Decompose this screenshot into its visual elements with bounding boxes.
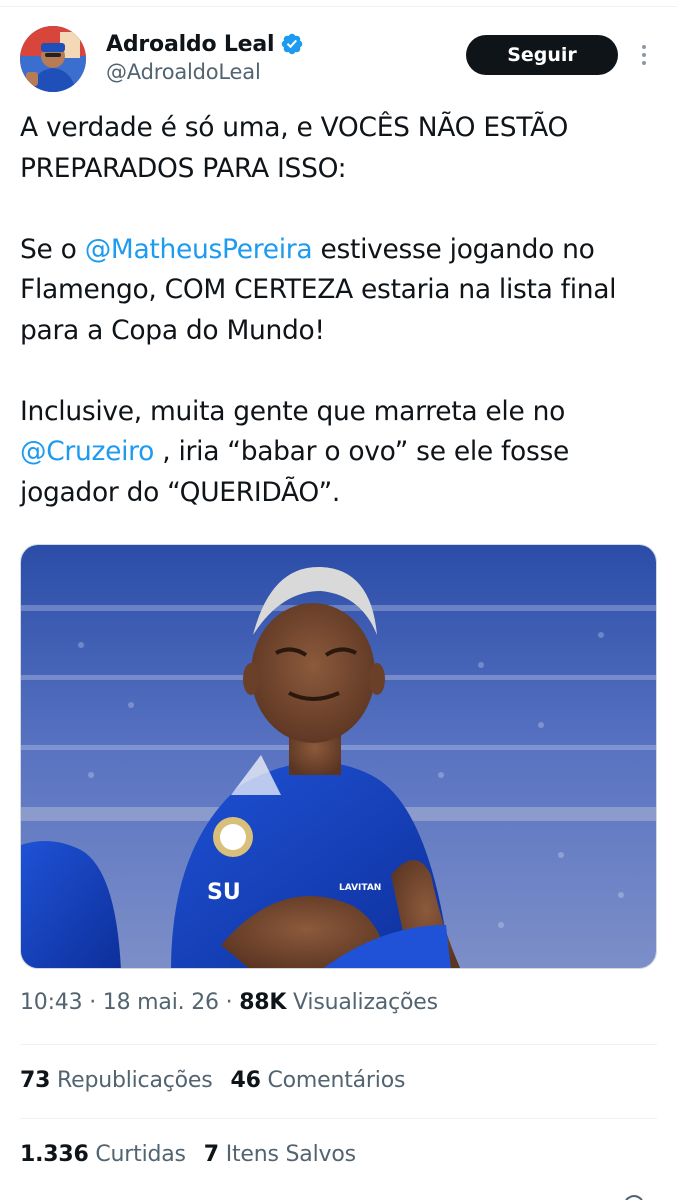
user-names: Adroaldo Leal @AdroaldoLeal <box>106 28 304 84</box>
follow-button[interactable]: Seguir <box>466 35 618 75</box>
user-handle[interactable]: @AdroaldoLeal <box>106 60 304 84</box>
tweet-header: Adroaldo Leal @AdroaldoLeal Seguir <box>20 26 660 96</box>
jersey-chest-text: SU <box>207 880 241 905</box>
tweet-time[interactable]: 10:43 <box>20 990 83 1015</box>
display-name[interactable]: Adroaldo Leal <box>106 32 275 57</box>
tweet-paragraph-1: A verdade é só uma, e VOCÊS NÃO ESTÃO PR… <box>20 112 569 184</box>
comments-stat[interactable]: 46 Comentários <box>230 1068 405 1093</box>
tweet-meta: 10:43 · 18 mai. 26 · 88K Visualizações <box>20 990 438 1015</box>
top-divider <box>0 6 677 7</box>
tweet-text: A verdade é só uma, e VOCÊS NÃO ESTÃO PR… <box>20 108 665 513</box>
saves-stat[interactable]: 7 Itens Salvos <box>204 1142 356 1167</box>
avatar[interactable] <box>20 26 86 92</box>
views-count: 88K <box>239 990 287 1015</box>
tweet-media-photo[interactable]: SU LAVITAN <box>20 544 657 969</box>
views-label: Visualizações <box>286 990 438 1015</box>
divider-meta <box>20 1044 657 1045</box>
display-name-row: Adroaldo Leal <box>106 28 304 60</box>
reposts-stat[interactable]: 73 Republicações <box>20 1068 213 1093</box>
tweet-paragraph-3: Inclusive, muita gente que marreta ele n… <box>20 395 569 508</box>
stats-row-2: 1.336 Curtidas 7 Itens Salvos <box>20 1142 374 1167</box>
tweet-paragraph-2: Se o @MatheusPereira estivesse jogando n… <box>20 233 617 346</box>
more-vertical-icon[interactable] <box>632 40 656 70</box>
divider-stats <box>20 1118 657 1119</box>
jersey-sponsor-text: LAVITAN <box>339 883 381 893</box>
likes-stat[interactable]: 1.336 Curtidas <box>20 1142 186 1167</box>
tweet-date[interactable]: 18 mai. 26 <box>103 990 219 1015</box>
mention-link-cruzeiro[interactable]: @Cruzeiro <box>20 436 154 467</box>
mention-link-matheus[interactable]: @MatheusPereira <box>85 234 313 265</box>
stats-row-1: 73 Republicações 46 Comentários <box>20 1068 423 1093</box>
verified-badge-icon <box>282 33 303 55</box>
